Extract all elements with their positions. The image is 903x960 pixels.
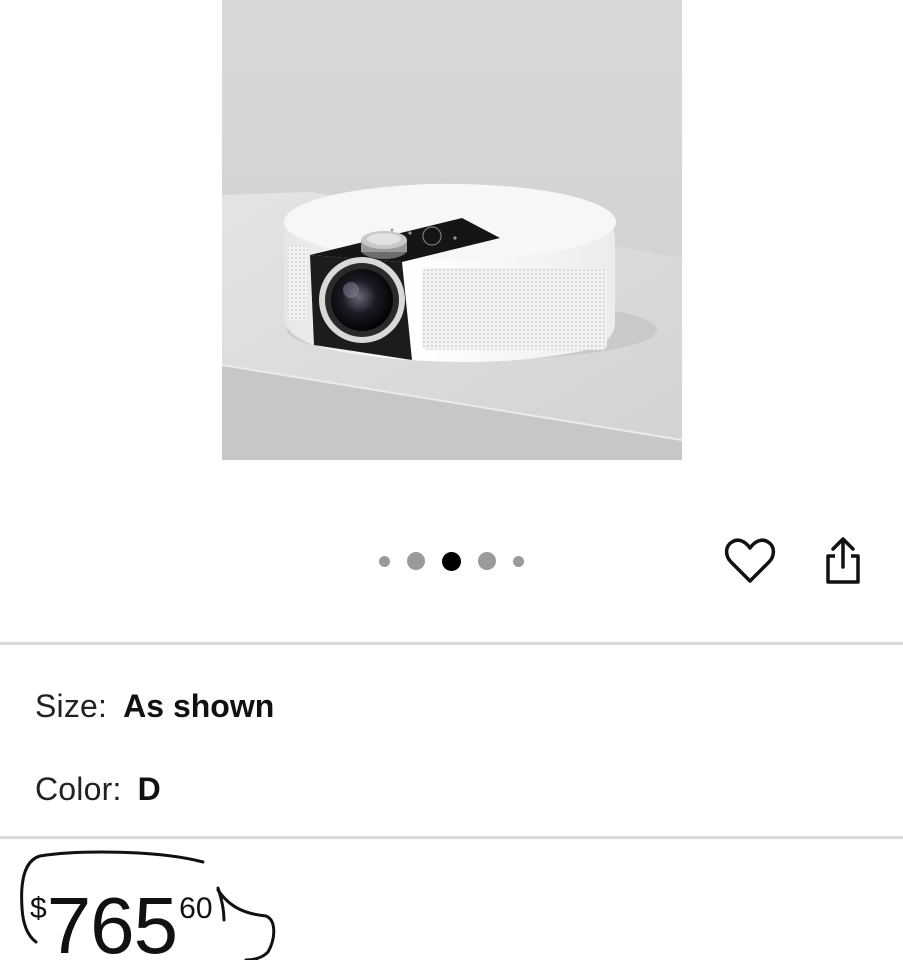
heart-icon (724, 538, 776, 583)
divider (0, 836, 903, 839)
carousel-dot[interactable] (406, 552, 425, 570)
size-option[interactable]: Size: As shown (35, 686, 274, 726)
size-value: As shown (123, 688, 275, 724)
price-whole: 765 (46, 881, 178, 960)
color-option[interactable]: Color: D (35, 769, 161, 809)
carousel-dot[interactable] (477, 552, 496, 570)
carousel-indicator (366, 548, 536, 574)
share-button[interactable] (815, 533, 871, 589)
product-image[interactable] (222, 0, 682, 460)
share-icon (826, 537, 860, 584)
carousel-dot[interactable] (378, 555, 390, 567)
carousel-dot-active[interactable] (441, 551, 461, 571)
divider (0, 642, 903, 645)
color-value: D (137, 771, 161, 807)
price: $ 765 60 (30, 876, 213, 960)
carousel-dot[interactable] (512, 555, 524, 567)
size-label: Size: (35, 688, 108, 724)
color-label: Color: (35, 771, 122, 807)
price-currency: $ (30, 892, 47, 925)
favorite-button[interactable] (722, 533, 778, 589)
price-fraction: 60 (179, 892, 213, 925)
